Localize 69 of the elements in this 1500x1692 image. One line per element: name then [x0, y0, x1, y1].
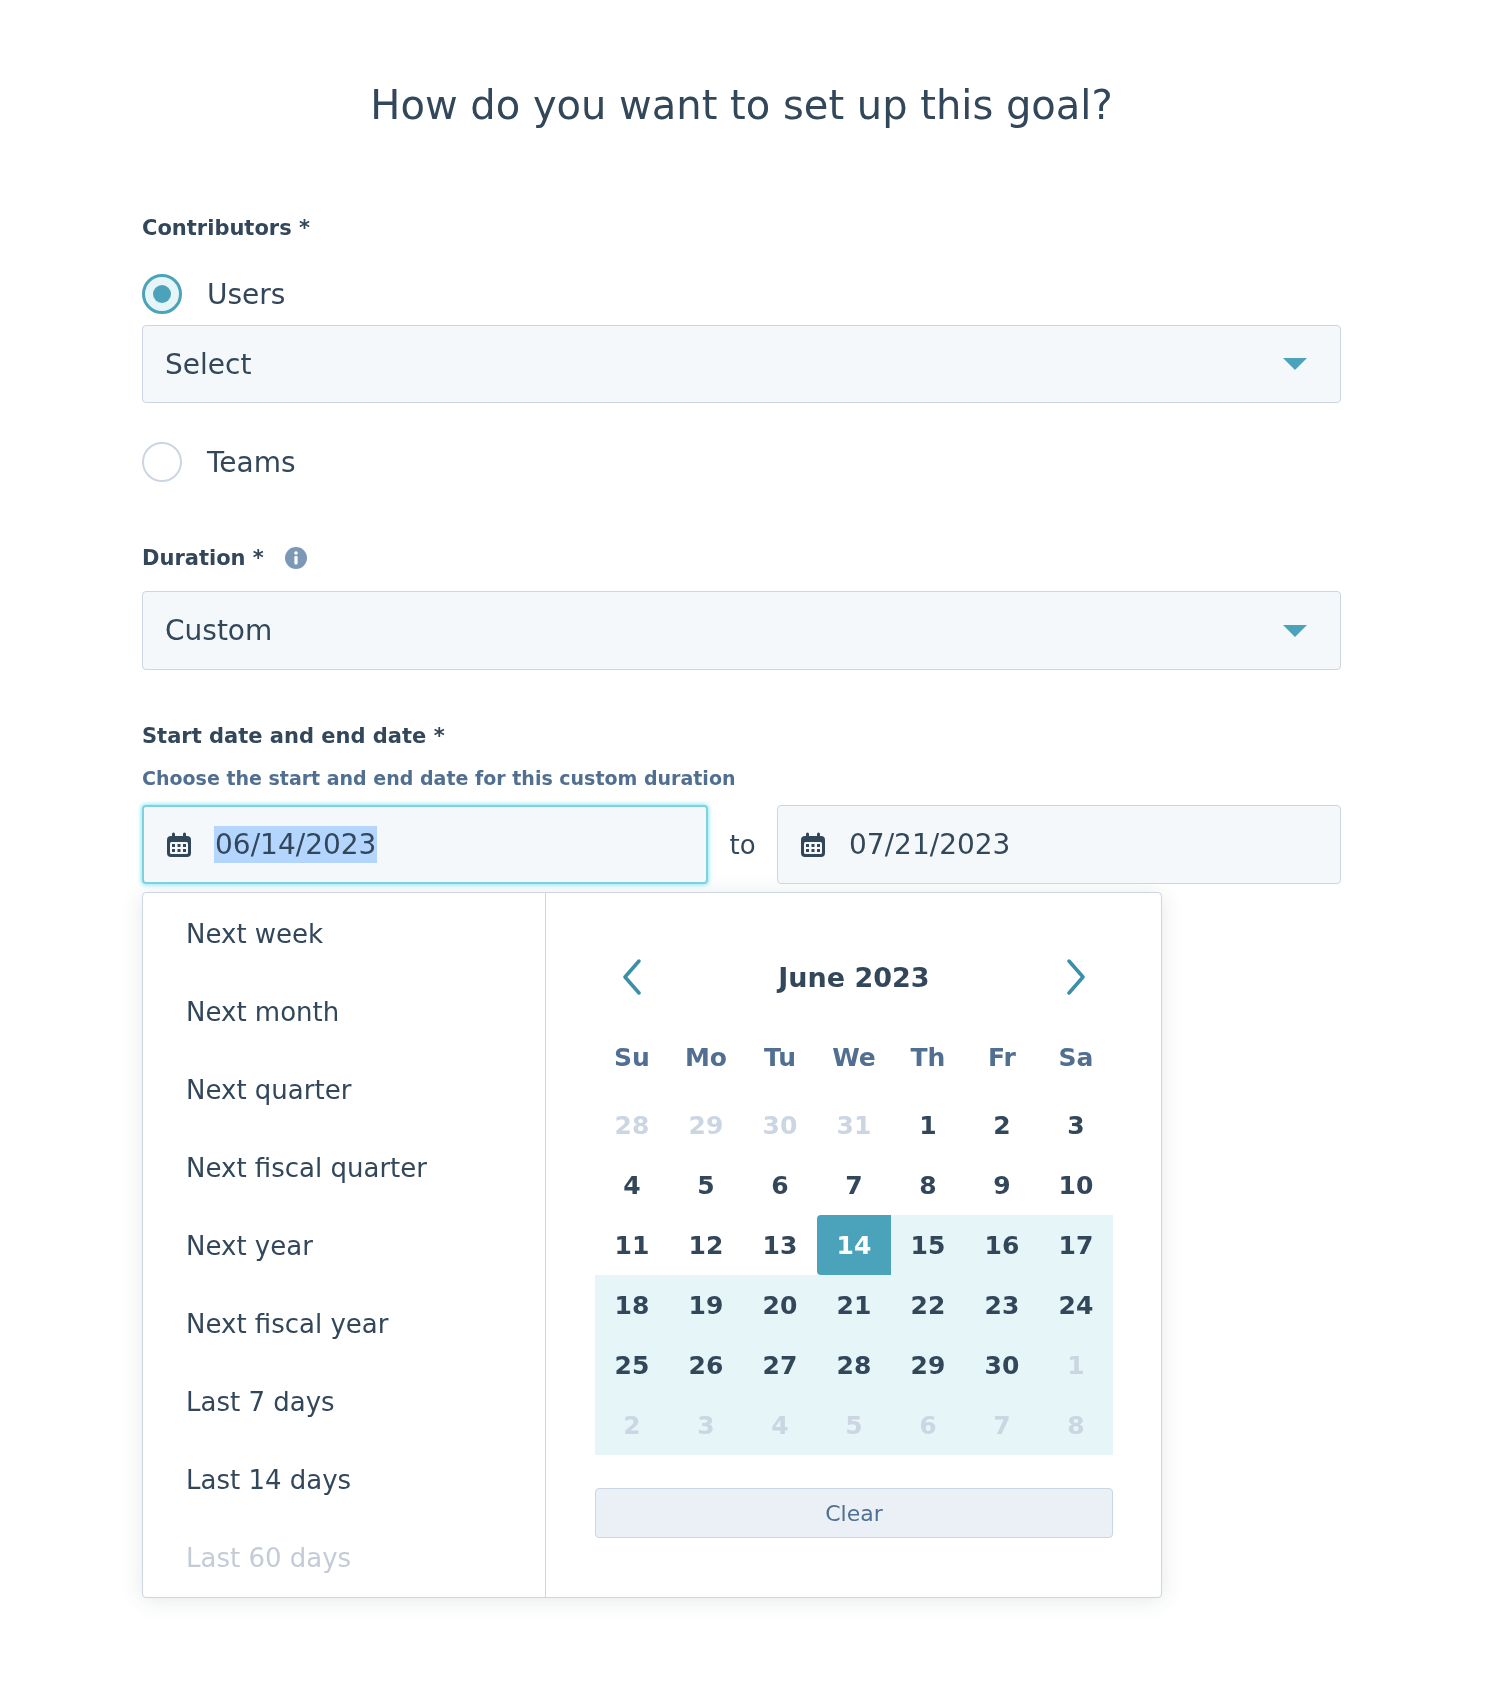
weekday-label: Tu [762, 1042, 798, 1072]
range-separator: to [728, 829, 757, 860]
radio-option[interactable]: Users [142, 272, 286, 316]
weekday-label: We [831, 1042, 877, 1072]
weekday-label: Fr [987, 1042, 1017, 1072]
select-dropdown[interactable]: Custom [142, 591, 1341, 670]
chevron-right-icon [1066, 959, 1086, 995]
calendar-day[interactable]: 15 [891, 1215, 965, 1275]
calendar-day[interactable]: 19 [669, 1275, 743, 1335]
calendar-day[interactable]: 8 [891, 1155, 965, 1215]
weekday-label: Th [909, 1042, 947, 1072]
calendar-day[interactable]: 17 [1039, 1215, 1113, 1275]
radio-button-icon[interactable] [142, 442, 182, 482]
select-dropdown[interactable]: Select [142, 325, 1341, 403]
previous-month-button[interactable] [621, 958, 643, 996]
field-label: Start date and end date * [142, 723, 446, 750]
radio-button-icon[interactable] [142, 274, 182, 314]
chevron-left-icon [622, 959, 642, 995]
preset-option[interactable]: Last 7 days [143, 1363, 545, 1441]
calendar-day[interactable]: 24 [1039, 1275, 1113, 1335]
weekday-label: Su [613, 1042, 651, 1072]
calendar-day[interactable]: 13 [743, 1215, 817, 1275]
weekday-label: Mo [683, 1042, 729, 1072]
calendar-day[interactable]: 27 [743, 1335, 817, 1395]
preset-option[interactable]: Next week [143, 895, 545, 973]
calendar-day[interactable]: 1 [891, 1095, 965, 1155]
calendar-day[interactable]: 6 [743, 1155, 817, 1215]
calendar-icon [166, 831, 192, 858]
calendar-day[interactable]: 3 [1039, 1095, 1113, 1155]
clear-button[interactable]: Clear [595, 1488, 1113, 1538]
preset-option[interactable]: Next month [143, 973, 545, 1051]
page-title: How do you want to set up this goal? [369, 81, 1114, 130]
calendar-day[interactable]: 12 [669, 1215, 743, 1275]
calendar-day[interactable]: 4 [595, 1155, 669, 1215]
help-text: Choose the start and end date for this custom duration [142, 766, 737, 791]
calendar-day[interactable]: 30 [965, 1335, 1039, 1395]
calendar-day[interactable]: 18 [595, 1275, 669, 1335]
preset-option[interactable]: Last 14 days [143, 1441, 545, 1519]
calendar-day[interactable]: 11 [595, 1215, 669, 1275]
calendar-day[interactable]: 5 [669, 1155, 743, 1215]
calendar-day[interactable]: 29 [891, 1335, 965, 1395]
field-label: Contributors * [142, 215, 311, 242]
calendar-day[interactable]: 20 [743, 1275, 817, 1335]
calendar-day[interactable]: 23 [965, 1275, 1039, 1335]
preset-option[interactable]: Next year [143, 1207, 545, 1285]
calendar-day[interactable]: 2 [965, 1095, 1039, 1155]
calendar-day[interactable]: 28 [817, 1335, 891, 1395]
caret-down-icon [1283, 624, 1307, 637]
calendar-day[interactable]: 7 [817, 1155, 891, 1215]
date-input[interactable]: 07/21/2023 [777, 805, 1341, 884]
calendar-day[interactable]: 9 [965, 1155, 1039, 1215]
calendar-day[interactable]: 16 [965, 1215, 1039, 1275]
date-input[interactable]: 06/14/2023 [142, 805, 708, 884]
next-month-button[interactable] [1065, 958, 1087, 996]
calendar-icon [800, 831, 826, 858]
calendar-day[interactable]: 22 [891, 1275, 965, 1335]
radio-option[interactable]: Teams [142, 440, 296, 484]
preset-option[interactable]: Next fiscal year [143, 1285, 545, 1363]
calendar-day[interactable]: 10 [1039, 1155, 1113, 1215]
preset-option[interactable]: Next fiscal quarter [143, 1129, 545, 1207]
calendar-day[interactable]: 21 [817, 1275, 891, 1335]
caret-down-icon [1283, 358, 1307, 370]
weekday-label: Sa [1057, 1042, 1095, 1072]
preset-option[interactable]: Next quarter [143, 1051, 545, 1129]
month-title: June 2023 [775, 961, 931, 993]
field-label: Duration * [142, 545, 264, 572]
info-icon [284, 547, 307, 569]
calendar-day[interactable]: 26 [669, 1335, 743, 1395]
calendar-day[interactable]: 25 [595, 1335, 669, 1395]
